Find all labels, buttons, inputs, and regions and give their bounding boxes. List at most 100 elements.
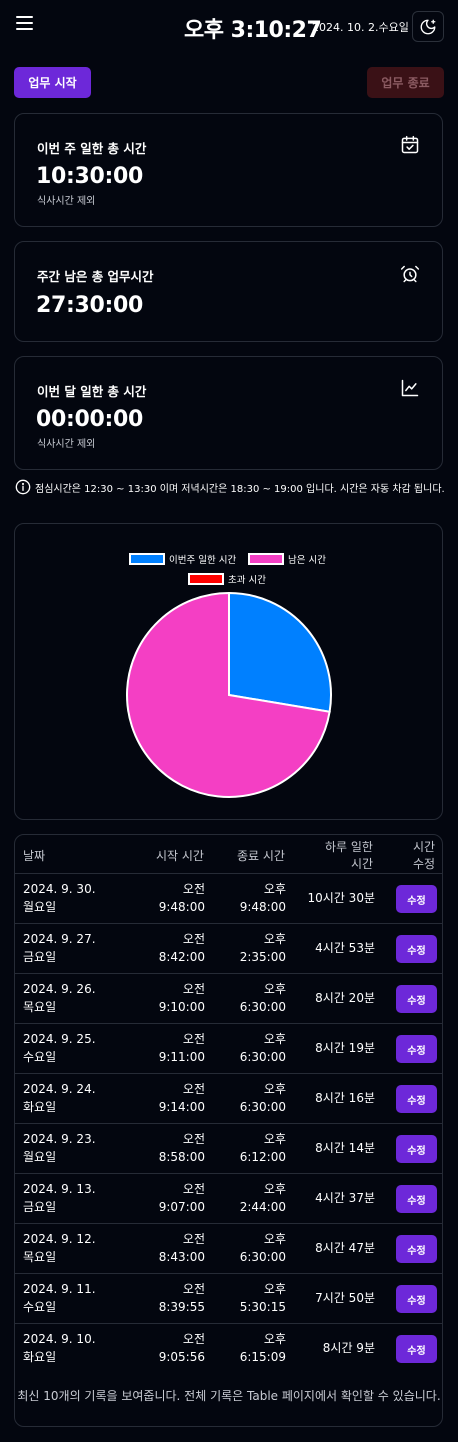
- pie-slice-0[interactable]: [228, 591, 332, 713]
- row-start-time: 9:11:00: [158, 1050, 205, 1064]
- line-chart-icon: [401, 379, 419, 397]
- table-row: 2024. 9. 13. 금요일 오전 9:07:00 오후 2:44:00 4시간 37분…: [15, 1173, 442, 1223]
- alarm-clock-icon: [400, 265, 420, 283]
- table-row: 2024. 9. 23. 월요일 오전 8:58:00 오후 6:12:00 8시간 14분…: [15, 1123, 442, 1173]
- current-time: 오후 3:10:27: [184, 18, 322, 43]
- row-start-time: 9:07:00: [158, 1200, 205, 1214]
- edit-button[interactable]: 수정: [396, 935, 437, 963]
- row-start-ampm: 오전: [182, 932, 205, 946]
- hamburger-menu-icon[interactable]: [16, 16, 34, 32]
- row-date: 2024. 9. 25.: [23, 1032, 96, 1046]
- header-start: 시작 시간: [156, 849, 204, 863]
- row-weekday: 화요일: [23, 1350, 57, 1364]
- header-end: 종료 시간: [237, 849, 285, 863]
- row-end-ampm: 오후: [263, 932, 286, 946]
- table-row: 2024. 9. 30. 월요일 오전 9:48:00 오후 9:48:00 10시간 30…: [15, 873, 442, 923]
- theme-toggle-button[interactable]: [412, 11, 444, 42]
- edit-button[interactable]: 수정: [396, 1285, 437, 1313]
- row-end-ampm: 오후: [263, 982, 286, 996]
- edit-button[interactable]: 수정: [396, 885, 437, 913]
- row-end-ampm: 오후: [263, 1182, 286, 1196]
- row-start-ampm: 오전: [182, 1132, 205, 1146]
- row-end-time: 6:30:00: [239, 1000, 286, 1014]
- weekly-remaining-card: 주간 남은 총 업무시간 27:30:00: [14, 241, 443, 342]
- row-end-time: 2:35:00: [239, 950, 286, 964]
- row-worked: 8시간 47분: [315, 1241, 375, 1255]
- row-end-ampm: 오후: [263, 1282, 286, 1296]
- row-end-time: 6:12:00: [239, 1150, 286, 1164]
- edit-button[interactable]: 수정: [396, 985, 437, 1013]
- edit-button[interactable]: 수정: [396, 1085, 437, 1113]
- start-work-button[interactable]: 업무 시작: [14, 67, 91, 98]
- header-date: 날짜: [23, 849, 46, 863]
- row-date: 2024. 9. 30.: [23, 882, 96, 896]
- table-row: 2024. 9. 25. 수요일 오전 9:11:00 오후 6:30:00 8시간 19분…: [15, 1023, 442, 1073]
- row-worked: 8시간 16분: [315, 1091, 375, 1105]
- row-start-ampm: 오전: [182, 1032, 205, 1046]
- table-row: 2024. 9. 26. 목요일 오전 9:10:00 오후 6:30:00 8시간 20분…: [15, 973, 442, 1023]
- row-end-ampm: 오후: [263, 1032, 286, 1046]
- row-start-time: 9:48:00: [158, 900, 205, 914]
- row-weekday: 수요일: [23, 1300, 57, 1314]
- row-start-time: 8:43:00: [158, 1250, 205, 1264]
- table-footer-note: 최신 10개의 기록을 보여줍니다. 전체 기록은 Table 페이지에서 확인…: [17, 1389, 441, 1403]
- header-edit-line2: 수정: [413, 857, 436, 871]
- row-start-ampm: 오전: [182, 882, 205, 896]
- row-start-time: 8:42:00: [158, 950, 205, 964]
- row-date: 2024. 9. 12.: [23, 1232, 96, 1246]
- row-weekday: 금요일: [23, 950, 57, 964]
- edit-button[interactable]: 수정: [396, 1335, 437, 1363]
- end-work-button[interactable]: 업무 종료: [367, 67, 444, 98]
- row-end-time: 6:15:09: [239, 1350, 286, 1364]
- edit-button[interactable]: 수정: [396, 1035, 437, 1063]
- row-start-time: 8:39:55: [158, 1300, 205, 1314]
- row-weekday: 화요일: [23, 1100, 57, 1114]
- notice-text: 점심시간은 12:30 ~ 13:30 이며 저녁시간은 18:30 ~ 19:…: [35, 483, 445, 495]
- table-row: 2024. 9. 10. 화요일 오전 9:05:56 오후 6:15:09 8시간 9분 수…: [15, 1323, 442, 1373]
- row-end-ampm: 오후: [263, 882, 286, 896]
- row-worked: 4시간 37분: [315, 1191, 375, 1205]
- row-worked: 4시간 53분: [315, 941, 375, 955]
- row-start-time: 8:58:00: [158, 1150, 205, 1164]
- current-date: 2024. 10. 2.수요일: [312, 21, 409, 34]
- row-end-ampm: 오후: [263, 1082, 286, 1096]
- row-worked: 7시간 50분: [315, 1291, 375, 1305]
- row-weekday: 월요일: [23, 1150, 57, 1164]
- meal-time-notice: 점심시간은 12:30 ~ 13:30 이며 저녁시간은 18:30 ~ 19:…: [15, 478, 445, 496]
- row-date: 2024. 9. 27.: [23, 932, 96, 946]
- row-date: 2024. 9. 13.: [23, 1182, 96, 1196]
- row-worked: 8시간 9분: [322, 1341, 375, 1355]
- row-start-ampm: 오전: [182, 1282, 205, 1296]
- row-end-time: 9:48:00: [239, 900, 286, 914]
- row-date: 2024. 9. 24.: [23, 1082, 96, 1096]
- row-date: 2024. 9. 26.: [23, 982, 96, 996]
- edit-button[interactable]: 수정: [396, 1185, 437, 1213]
- weekly-chart-card: 이번주 일한 시간 남은 시간 초과 시간: [14, 523, 443, 820]
- row-weekday: 수요일: [23, 1050, 57, 1064]
- row-start-ampm: 오전: [182, 982, 205, 996]
- table-row: 2024. 9. 24. 화요일 오전 9:14:00 오후 6:30:00 8시간 16분…: [15, 1073, 442, 1123]
- header-worked-line2: 시간: [351, 857, 374, 871]
- row-weekday: 월요일: [23, 900, 57, 914]
- row-weekday: 목요일: [23, 1000, 57, 1014]
- row-end-ampm: 오후: [263, 1232, 286, 1246]
- row-end-time: 6:30:00: [239, 1050, 286, 1064]
- header-worked-line1: 하루 일한: [325, 840, 373, 854]
- row-end-ampm: 오후: [263, 1132, 286, 1146]
- calendar-check-icon: [401, 135, 419, 154]
- row-date: 2024. 9. 23.: [23, 1132, 96, 1146]
- card-title: 이번 주 일한 총 시간: [37, 141, 147, 156]
- table-row: 2024. 9. 27. 금요일 오전 8:42:00 오후 2:35:00 4시간 53분…: [15, 923, 442, 973]
- card-title: 주간 남은 총 업무시간: [37, 269, 154, 284]
- row-start-time: 9:14:00: [158, 1100, 205, 1114]
- top-bar: 오후 3:10:27 2024. 10. 2.수요일: [0, 0, 458, 52]
- row-date: 2024. 9. 11.: [23, 1282, 96, 1296]
- edit-button[interactable]: 수정: [396, 1135, 437, 1163]
- records-table: 날짜 시작 시간 종료 시간 하루 일한 시간 시간 수정 2024. 9. 3…: [14, 834, 443, 1427]
- row-end-time: 6:30:00: [239, 1250, 286, 1264]
- edit-button[interactable]: 수정: [396, 1235, 437, 1263]
- row-start-ampm: 오전: [182, 1082, 205, 1096]
- card-subtitle: 식사시간 제외: [37, 439, 96, 450]
- row-start-ampm: 오전: [182, 1332, 205, 1346]
- header-edit-line1: 시간: [413, 840, 436, 854]
